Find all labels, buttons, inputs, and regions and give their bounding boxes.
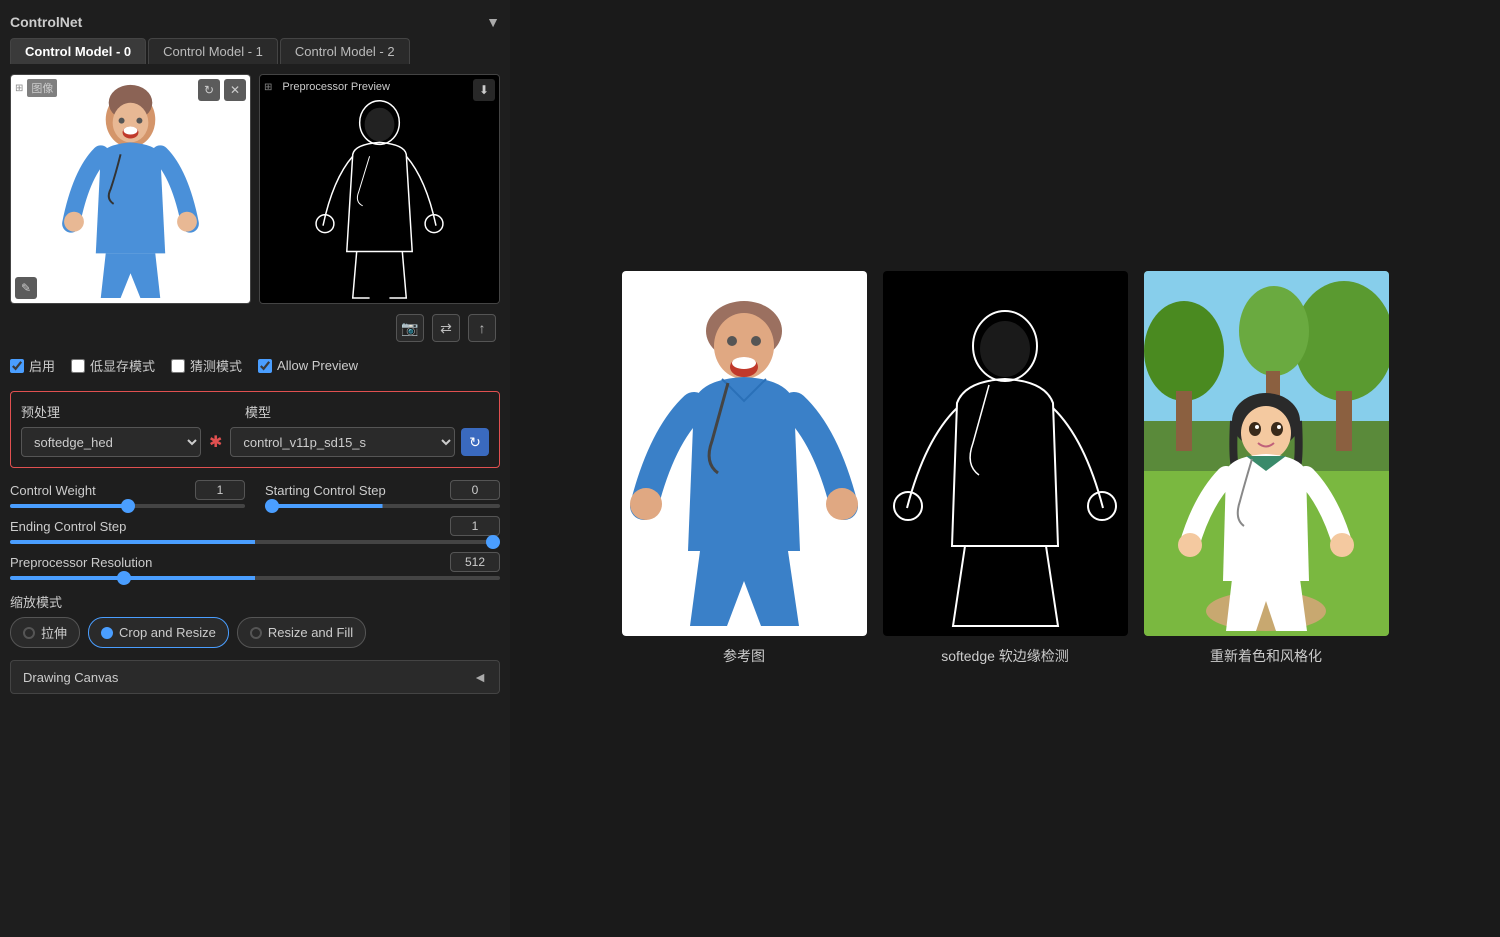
control-weight-slider-item: Control Weight 1 <box>10 480 245 508</box>
preprocessor-select[interactable]: softedge_hed <box>21 427 201 457</box>
result-caption-2: 重新着色和风格化 <box>1210 646 1322 666</box>
drawing-canvas-label: Drawing Canvas <box>23 670 118 685</box>
pm-labels-row: 预处理 模型 <box>21 402 489 421</box>
resize-fill-radio-icon <box>250 627 262 639</box>
result-caption-1: softedge 软边缘检测 <box>941 646 1069 666</box>
tab-control-model-1[interactable]: Control Model - 1 <box>148 38 278 64</box>
image-box-1-header: ⊞ 图像 <box>15 79 57 97</box>
edge-preview-image <box>260 75 499 303</box>
ending-control-step-header: Ending Control Step 1 <box>10 516 500 536</box>
refresh-image-btn[interactable]: ↻ <box>198 79 220 101</box>
refresh-model-btn[interactable]: ↻ <box>461 428 489 456</box>
image-box-2-header: ⊞ Preprocessor Preview <box>264 79 396 95</box>
right-panel: 参考图 <box>510 0 1500 937</box>
allow-preview-input[interactable] <box>258 359 272 373</box>
reference-image <box>622 271 867 636</box>
resize-fill-label: Resize and Fill <box>268 625 353 640</box>
checkboxes-row: 启用 低显存模式 猜测模式 Allow Preview <box>10 352 500 379</box>
upload-btn[interactable]: ↑ <box>468 314 496 342</box>
results-row: 参考图 <box>622 271 1389 666</box>
sliders-section: Control Weight 1 Starting Control Step 0 <box>10 480 500 580</box>
styled-image <box>1144 271 1389 636</box>
edit-image-btn[interactable]: ✎ <box>15 277 37 299</box>
tab-control-model-0[interactable]: Control Model - 0 <box>10 38 146 64</box>
drawing-canvas-section[interactable]: Drawing Canvas ◄ <box>10 660 500 694</box>
starting-control-step-value: 0 <box>450 480 500 500</box>
control-weight-label: Control Weight <box>10 483 96 498</box>
nurse-image <box>11 75 250 303</box>
preprocessor-preview-title: Preprocessor Preview <box>276 79 396 95</box>
image-box-1-controls: ↻ ✕ <box>198 79 246 101</box>
starting-control-step-label: Starting Control Step <box>265 483 386 498</box>
preprocessor-label: 预处理 <box>21 402 221 421</box>
model-select[interactable]: control_v11p_sd15_s <box>230 427 455 457</box>
result-item-1: softedge 软边缘检测 <box>883 271 1128 666</box>
control-net-panel: ControlNet ▼ Control Model - 0 Control M… <box>0 0 510 937</box>
starting-control-step-slider-item: Starting Control Step 0 <box>265 480 500 508</box>
stretch-btn[interactable]: 拉伸 <box>10 617 80 648</box>
starting-control-step-range[interactable] <box>265 504 500 508</box>
edge-detection-image <box>883 271 1128 636</box>
panel-title: ControlNet <box>10 14 82 30</box>
zoom-buttons-row: 拉伸 Crop and Resize Resize and Fill <box>10 617 500 648</box>
preprocessor-model-section: 预处理 模型 softedge_hed ✱ control_v11p_sd15_… <box>10 391 500 468</box>
preprocessor-resolution-value: 512 <box>450 552 500 572</box>
panel-header: ControlNet ▼ <box>10 10 500 38</box>
guess-mode-checkbox[interactable]: 猜测模式 <box>171 356 242 375</box>
crop-resize-btn[interactable]: Crop and Resize <box>88 617 229 648</box>
control-weight-range[interactable] <box>10 504 245 508</box>
result-caption-0: 参考图 <box>723 646 765 666</box>
close-image-btn[interactable]: ✕ <box>224 79 246 101</box>
dual-slider-row: Control Weight 1 Starting Control Step 0 <box>10 480 500 508</box>
control-weight-header: Control Weight 1 <box>10 480 245 500</box>
pm-controls-row: softedge_hed ✱ control_v11p_sd15_s ↻ <box>21 427 489 457</box>
stretch-radio-icon <box>23 627 35 639</box>
enable-input[interactable] <box>10 359 24 373</box>
download-preview-btn[interactable]: ⬇ <box>473 79 495 101</box>
zoom-mode-section: 缩放模式 拉伸 Crop and Resize Resize and Fill <box>10 592 500 648</box>
image-box-1-title: 图像 <box>27 79 57 97</box>
result-item-0: 参考图 <box>622 271 867 666</box>
guess-mode-input[interactable] <box>171 359 185 373</box>
image-box-2-controls: ⬇ <box>473 79 495 101</box>
enable-label: 启用 <box>29 356 55 375</box>
ending-control-step-value: 1 <box>450 516 500 536</box>
ending-control-step-slider-row: Ending Control Step 1 <box>10 516 500 544</box>
allow-preview-checkbox[interactable]: Allow Preview <box>258 358 358 373</box>
low-vram-checkbox[interactable]: 低显存模式 <box>71 356 155 375</box>
preprocessor-resolution-range[interactable] <box>10 576 500 580</box>
model-label: 模型 <box>245 402 489 421</box>
stretch-label: 拉伸 <box>41 623 67 642</box>
resize-fill-btn[interactable]: Resize and Fill <box>237 617 366 648</box>
preprocessor-resolution-slider-row: Preprocessor Resolution 512 <box>10 552 500 580</box>
action-row: 📷 ⇄ ↑ <box>10 314 500 342</box>
collapse-arrow-icon[interactable]: ▼ <box>486 14 500 30</box>
preprocessor-resolution-header: Preprocessor Resolution 512 <box>10 552 500 572</box>
allow-preview-label: Allow Preview <box>277 358 358 373</box>
starting-control-step-header: Starting Control Step 0 <box>265 480 500 500</box>
low-vram-input[interactable] <box>71 359 85 373</box>
ending-control-step-label: Ending Control Step <box>10 519 126 534</box>
crop-resize-label: Crop and Resize <box>119 625 216 640</box>
original-image-box[interactable]: ⊞ 图像 ↻ ✕ <box>10 74 251 304</box>
control-weight-value: 1 <box>195 480 245 500</box>
image-row: ⊞ 图像 ↻ ✕ <box>10 74 500 304</box>
crop-resize-radio-icon <box>101 627 113 639</box>
guess-mode-label: 猜测模式 <box>190 356 242 375</box>
low-vram-label: 低显存模式 <box>90 356 155 375</box>
result-item-2: 重新着色和风格化 <box>1144 271 1389 666</box>
preprocessor-resolution-label: Preprocessor Resolution <box>10 555 152 570</box>
star-btn[interactable]: ✱ <box>207 430 224 454</box>
ending-control-step-range[interactable] <box>10 540 500 544</box>
tabs-row: Control Model - 0 Control Model - 1 Cont… <box>10 38 500 64</box>
camera-btn[interactable]: 📷 <box>396 314 424 342</box>
tab-control-model-2[interactable]: Control Model - 2 <box>280 38 410 64</box>
zoom-mode-label: 缩放模式 <box>10 592 500 611</box>
swap-btn[interactable]: ⇄ <box>432 314 460 342</box>
enable-checkbox[interactable]: 启用 <box>10 356 55 375</box>
preprocessor-preview-box[interactable]: ⊞ Preprocessor Preview ⬇ <box>259 74 500 304</box>
drawing-canvas-arrow-icon: ◄ <box>473 669 487 685</box>
